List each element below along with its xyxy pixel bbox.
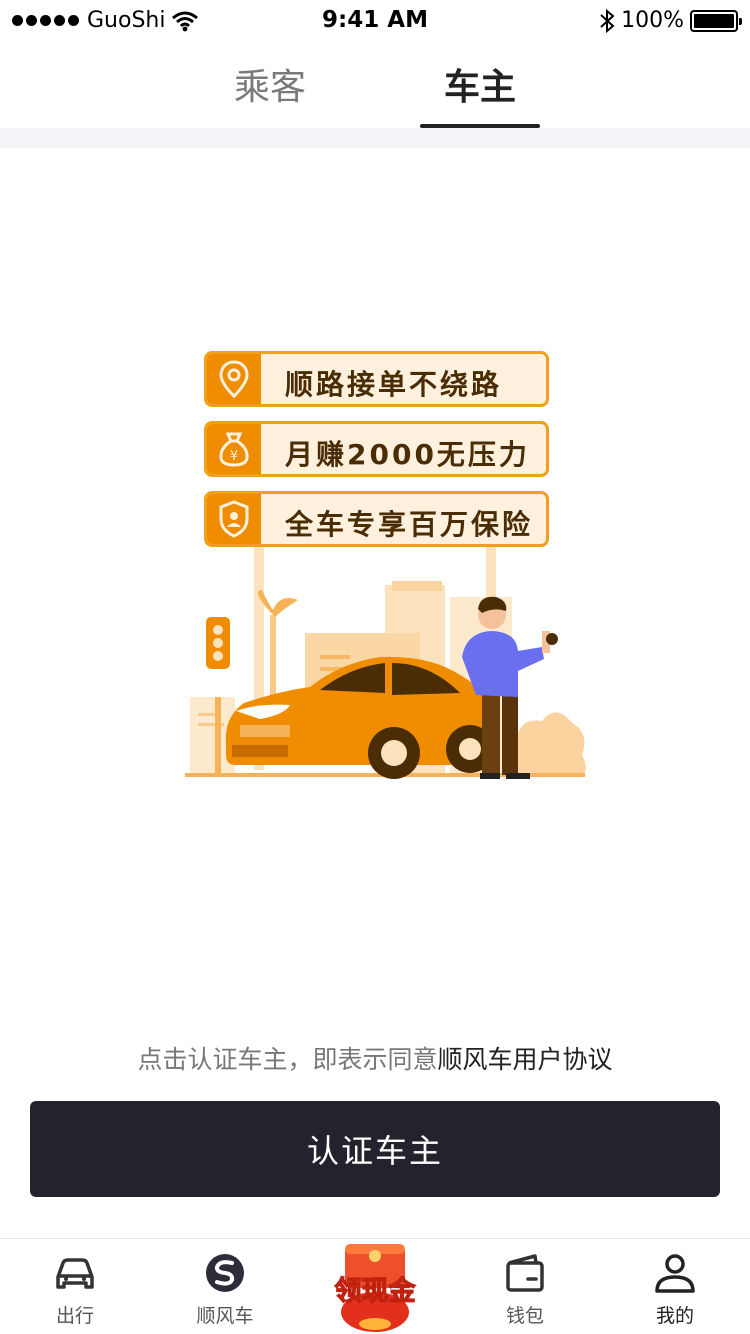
shield-user-icon <box>207 494 261 544</box>
tab-passenger[interactable]: 乘客 <box>234 58 306 110</box>
city-car-scene <box>185 545 586 779</box>
location-pin-icon <box>207 354 261 404</box>
agreement-text: 点击认证车主，即表示同意顺风车用户协议 <box>0 1040 750 1076</box>
car-icon <box>56 1258 94 1289</box>
status-bar-right: 100% <box>599 8 742 33</box>
driver-benefits-illustration: 顺路接单不绕路 ¥ 月赚2000无压力 全车专享百万保险 <box>180 345 590 785</box>
tab-driver[interactable]: 车主 <box>444 58 516 110</box>
nav-label: 顺风车 <box>196 1305 254 1327</box>
benefit-text: 月赚2000无压力 <box>285 438 530 471</box>
verify-driver-button[interactable]: 认证车主 <box>30 1101 720 1197</box>
nav-label: 出行 <box>55 1305 94 1327</box>
benefit-banner: 全车专享百万保险 <box>204 491 549 547</box>
claim-cash-promo-badge[interactable]: 领现金 <box>320 1240 430 1334</box>
nav-label: 我的 <box>655 1305 694 1327</box>
battery-percent: 100% <box>621 8 684 33</box>
battery-icon <box>690 9 742 32</box>
user-agreement-link[interactable]: 顺风车用户协议 <box>438 1045 613 1074</box>
nav-item-profile[interactable]: 我的 <box>600 1239 750 1334</box>
benefit-banner: 顺路接单不绕路 <box>204 351 549 407</box>
nav-label: 钱包 <box>505 1305 544 1327</box>
role-tabs: 乘客 车主 <box>0 40 750 128</box>
agreement-prefix: 点击认证车主，即表示同意 <box>137 1045 438 1074</box>
nav-item-wallet[interactable]: 钱包 <box>450 1239 600 1334</box>
nav-item-hitch[interactable]: 顺风车 <box>150 1239 300 1334</box>
benefit-text: 顺路接单不绕路 <box>285 368 503 401</box>
svg-text:¥: ¥ <box>230 449 238 464</box>
promo-badge-text: 领现金 <box>335 1275 417 1307</box>
status-bar: GuoShi 9:41 AM 100% <box>0 0 750 40</box>
user-icon <box>655 1254 695 1293</box>
battery-level <box>694 13 734 28</box>
nav-item-travel[interactable]: 出行 <box>0 1239 150 1334</box>
bluetooth-icon <box>600 8 615 33</box>
money-bag-icon: ¥ <box>207 424 261 474</box>
benefit-banner: ¥ 月赚2000无压力 <box>204 421 549 477</box>
benefit-text: 全车专享百万保险 <box>285 508 534 541</box>
wallet-icon <box>506 1254 544 1292</box>
hitch-logo-icon <box>206 1254 244 1292</box>
section-divider <box>0 128 750 148</box>
